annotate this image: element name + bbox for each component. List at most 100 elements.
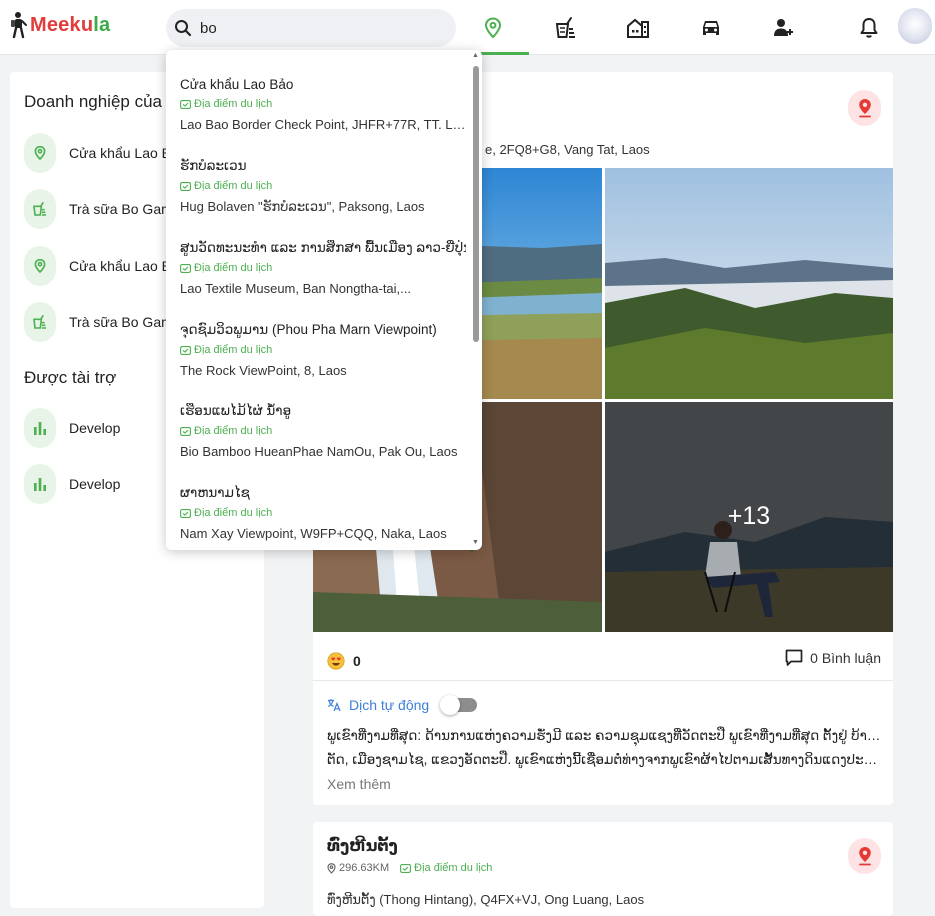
tag-icon	[180, 99, 191, 109]
auto-translate-toggle[interactable]	[440, 695, 478, 715]
logo[interactable]: Meekula	[10, 10, 110, 40]
search-bar[interactable]	[166, 9, 456, 47]
nav-notifications[interactable]	[854, 13, 884, 43]
sidebar-item-label: Trà sữa Bo Game	[69, 201, 181, 217]
tag-icon	[180, 508, 191, 518]
toggle-knob	[440, 695, 461, 715]
location-icon	[34, 258, 46, 274]
hotel-icon	[627, 18, 649, 38]
result-name: ຜາຫນາມໄຊ	[180, 485, 250, 500]
result-name: ຮັກບໍລະເວນ	[180, 158, 247, 173]
sidebar-business-item[interactable]: Cửa khẩu Lao Bảo	[24, 246, 187, 286]
search-result-item[interactable]: Cửa khẩu Lao Bảo Địa điểm du lịch Lao Ba…	[180, 77, 466, 132]
auto-translate-row: Dịch tự động	[327, 694, 478, 716]
result-tag: Địa điểm du lịch	[180, 344, 466, 356]
tag-icon	[180, 263, 191, 273]
user-avatar[interactable]	[898, 8, 932, 44]
result-tag-label: Địa điểm du lịch	[194, 344, 273, 356]
car-icon	[703, 21, 719, 35]
comment-icon	[785, 649, 803, 666]
result-name: ສູນວັດທະນະທຳ ແລະ ການສຶກສາ ພື້ນເມືອງ ລາວ-…	[180, 240, 466, 255]
result-tag: Địa điểm du lịch	[180, 180, 466, 192]
search-result-item[interactable]: ສູນວັດທະນະທຳ ແລະ ການສຶກສາ ພື້ນເມືອງ ລາວ-…	[180, 240, 466, 296]
bar-chart-icon	[34, 478, 46, 491]
traveler-logo-icon	[11, 12, 27, 39]
sidebar-business-item[interactable]: Trà sữa Bo Game	[24, 189, 181, 229]
location-icon	[484, 17, 502, 39]
sidebar-sponsored-item[interactable]: Develop	[24, 408, 120, 448]
comment-button[interactable]: 0 Bình luận	[785, 646, 881, 670]
sidebar-business-item[interactable]: Trà sữa Bo Game	[24, 302, 181, 342]
location-icon	[34, 145, 46, 161]
result-tag-label: Địa điểm du lịch	[194, 262, 273, 274]
view-on-map-button[interactable]	[848, 90, 881, 126]
map-pin-icon	[858, 99, 871, 118]
post-photo-more[interactable]: +13	[605, 402, 893, 632]
result-address: Hug Bolaven "ຮັກບໍລະເວນ", Paksong, Laos	[180, 199, 425, 214]
auto-translate-label: Dịch tự động	[349, 697, 430, 713]
result-address: Lao Bao Border Check Point, JHFR+77R, TT…	[180, 117, 466, 132]
result-tag: Địa điểm du lịch	[180, 425, 466, 437]
food-icon	[33, 314, 46, 329]
result-address: Lao Textile Museum, Ban Nongtha-tai,...	[180, 281, 411, 296]
divider	[313, 680, 893, 681]
description-line: ຕັດ, ເມືອງຊາມໄຊ, ແຂວງອັດຕະປື. ພູເຂົາແຫ່ງ…	[327, 752, 883, 767]
result-tag-label: Địa điểm du lịch	[194, 180, 273, 192]
sidebar-business-item[interactable]: Cửa khẩu Lao Bảo	[24, 133, 187, 173]
top-header: Meekula	[0, 0, 935, 55]
result-tag-label: Địa điểm du lịch	[194, 98, 273, 110]
post-distance: 296.63KM	[339, 862, 390, 874]
result-tag-label: Địa điểm du lịch	[194, 425, 273, 437]
result-name: ເຮືອນແພໄມ້ໄຜ່ ນໍ້າອູ	[180, 403, 292, 418]
category-tag-label: Địa điểm du lịch	[414, 862, 493, 874]
sponsored-section-title: Được tài trợ	[24, 368, 117, 387]
category-tag: Địa điểm du lịch	[400, 862, 492, 874]
result-address: Bio Bamboo HueanPhae NamOu, Pak Ou, Laos	[180, 444, 458, 459]
dropdown-scrollbar-thumb[interactable]	[473, 66, 479, 342]
search-result-item[interactable]: ຮັກບໍລະເວນ Địa điểm du lịch Hug Bolaven …	[180, 158, 466, 215]
search-input[interactable]	[200, 19, 440, 37]
result-name: Cửa khẩu Lao Bảo	[180, 77, 294, 92]
reaction-count: 0	[353, 653, 361, 669]
result-tag: Địa điểm du lịch	[180, 507, 466, 519]
sidebar-item-label: Develop	[69, 420, 121, 436]
nav-food[interactable]	[551, 13, 581, 43]
sidebar-sponsored-item[interactable]: Develop	[24, 464, 120, 504]
search-icon	[175, 20, 192, 37]
tag-icon	[180, 181, 191, 191]
logo-text: Meekula	[30, 13, 111, 36]
reaction-button[interactable]: 0	[327, 649, 361, 673]
nav-places[interactable]	[478, 13, 508, 43]
nav-friends[interactable]	[769, 13, 799, 43]
nav-hotels[interactable]	[623, 13, 653, 43]
sidebar-item-label: Develop	[69, 476, 121, 492]
view-on-map-button[interactable]	[848, 838, 881, 874]
more-photos-count: +13	[727, 501, 771, 530]
map-pin-icon	[858, 847, 871, 866]
result-tag: Địa điểm du lịch	[180, 98, 466, 110]
bell-icon	[860, 18, 878, 38]
search-result-item[interactable]: ຈຸດຊົມວິວພູມານ (Phou Pha Marn Viewpoint)…	[180, 322, 466, 378]
nav-vehicles[interactable]	[696, 13, 726, 43]
post-title[interactable]: ທົ່ງຫີນຕັ້ງ	[327, 836, 398, 856]
tag-icon	[400, 863, 412, 873]
result-address: Nam Xay Viewpoint, W9FP+CQQ, Naka, Laos	[180, 526, 447, 541]
post-address: ທົ່ງຫີນຕັ້ງ (Thong Hintang), Q4FX+VJ, On…	[327, 892, 645, 907]
scroll-up-arrow-icon[interactable]: ▲	[472, 52, 479, 59]
post-card: ທົ່ງຫີນຕັ້ງ 296.63KM Địa điểm du lịch ທົ…	[313, 822, 893, 916]
result-address: The Rock ViewPoint, 8, Laos	[180, 363, 347, 378]
tag-icon	[180, 345, 191, 355]
search-result-item[interactable]: ເຮືອນແພໄມ້ໄຜ່ ນໍ້າອູ Địa điểm du lịch Bi…	[180, 403, 466, 459]
tag-icon	[180, 426, 191, 436]
search-result-item[interactable]: ຜາຫນາມໄຊ Địa điểm du lịch Nam Xay Viewpo…	[180, 485, 466, 541]
result-tag-label: Địa điểm du lịch	[194, 507, 273, 519]
scroll-down-arrow-icon[interactable]: ▼	[472, 539, 479, 546]
more-photos-overlay: +13	[605, 402, 893, 632]
description-line: ພູເຂົາທີ່ງາມທີ່ສຸດ: ດ້ານການແຫ່ງຄວາມຮັ່ງມ…	[327, 728, 883, 743]
see-more-link[interactable]: Xem thêm	[327, 776, 391, 792]
sidebar-item-label: Trà sữa Bo Game	[69, 314, 181, 330]
food-icon	[33, 201, 46, 216]
location-icon	[327, 862, 336, 874]
post-photo[interactable]	[605, 168, 893, 399]
post-address: e, 2FQ8+G8, Vang Tat, Laos	[485, 142, 650, 157]
